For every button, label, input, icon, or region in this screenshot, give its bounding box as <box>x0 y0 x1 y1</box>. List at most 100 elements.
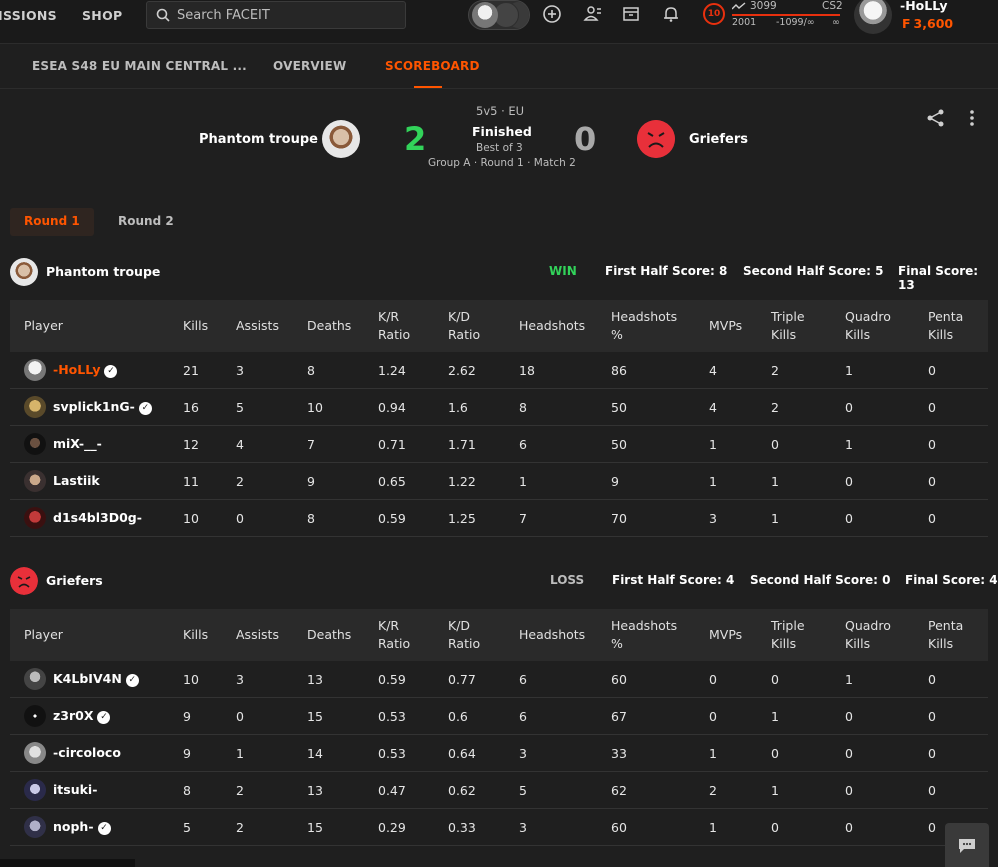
more-vertical-icon[interactable] <box>964 108 980 128</box>
player-avatar[interactable] <box>24 779 46 801</box>
col-headshots-pct[interactable]: Headshots% <box>611 617 677 653</box>
table-row[interactable]: K4LbIV4N ✓ 10 3 13 0.59 0.77 6 60 0 0 1 0 <box>10 661 988 698</box>
search-icon <box>156 8 170 22</box>
verified-icon: ✓ <box>138 402 152 415</box>
search-input[interactable] <box>177 5 397 25</box>
player-name[interactable]: d1s4bl3D0g- <box>53 510 142 525</box>
col-kd[interactable]: K/D Ratio <box>448 617 480 653</box>
player-avatar[interactable] <box>24 470 46 492</box>
col-player[interactable]: Player <box>24 317 63 335</box>
cell-deaths: 13 <box>307 672 323 687</box>
player-avatar[interactable] <box>24 705 46 727</box>
round-tab-1[interactable]: Round 1 <box>10 208 94 236</box>
col-deaths[interactable]: Deaths <box>307 626 351 644</box>
table-row[interactable]: -HoLLy ✓ 21 3 8 1.24 2.62 18 86 4 2 1 0 <box>10 352 988 389</box>
player-name[interactable]: miX-__- <box>53 436 102 451</box>
player-avatar[interactable] <box>24 507 46 529</box>
cell-mvps: 1 <box>709 820 717 835</box>
col-headshots-pct[interactable]: Headshots% <box>611 308 677 344</box>
elo-max: ∞ <box>832 17 840 28</box>
col-penta[interactable]: Penta Kills <box>928 617 963 653</box>
cell-kd: 2.62 <box>448 363 476 378</box>
nav-missions[interactable]: ISSIONS <box>0 8 57 23</box>
team1-name[interactable]: Phantom troupe <box>199 132 318 147</box>
col-kills[interactable]: Kills <box>183 317 208 335</box>
table-row[interactable]: itsuki- 8 2 13 0.47 0.62 5 62 2 1 0 0 <box>10 772 988 809</box>
col-kd[interactable]: K/D Ratio <box>448 308 480 344</box>
player-name[interactable]: -circoloco <box>53 745 121 760</box>
player-name[interactable]: z3r0X ✓ <box>53 708 111 724</box>
team2-logo[interactable] <box>637 120 675 158</box>
cell-assists: 2 <box>236 783 244 798</box>
col-mvps[interactable]: MVPs <box>709 626 742 644</box>
player-avatar[interactable] <box>24 742 46 764</box>
user-avatar[interactable] <box>854 0 892 34</box>
verified-icon: ✓ <box>97 822 111 835</box>
bell-icon[interactable] <box>661 4 681 24</box>
chat-button[interactable] <box>945 823 989 867</box>
team1-logo[interactable] <box>322 120 360 158</box>
col-headshots[interactable]: Headshots <box>519 317 585 335</box>
player-name[interactable]: noph- ✓ <box>53 819 111 835</box>
col-assists[interactable]: Assists <box>236 626 279 644</box>
player-name[interactable]: Lastiik <box>53 473 100 488</box>
best-of: Best of 3 <box>476 142 523 154</box>
player-avatar[interactable] <box>24 668 46 690</box>
table-row[interactable]: d1s4bl3D0g- 10 0 8 0.59 1.25 7 70 3 1 0 0 <box>10 500 988 537</box>
tab-scoreboard[interactable]: SCOREBOARD <box>385 59 480 73</box>
nav-shop[interactable]: SHOP <box>82 8 122 23</box>
user-name[interactable]: -HoLLy <box>900 0 947 13</box>
col-kr[interactable]: K/R Ratio <box>378 308 410 344</box>
cell-penta: 0 <box>928 709 936 724</box>
player-name[interactable]: K4LbIV4N ✓ <box>53 671 139 687</box>
player-name[interactable]: -HoLLy ✓ <box>53 362 118 378</box>
col-quadro-line2: Kills <box>845 327 871 342</box>
friends-icon[interactable] <box>583 4 603 24</box>
player-avatar[interactable] <box>24 433 46 455</box>
player-avatar[interactable] <box>24 396 46 418</box>
cell-mvps: 1 <box>709 746 717 761</box>
player-avatar[interactable] <box>24 816 46 838</box>
col-triple[interactable]: Triple Kills <box>771 617 805 653</box>
table-row[interactable]: noph- ✓ 5 2 15 0.29 0.33 3 60 1 0 0 0 <box>10 809 988 846</box>
cell-kr: 0.53 <box>378 709 406 724</box>
cell-kills: 9 <box>183 709 191 724</box>
player-name[interactable]: itsuki- <box>53 782 97 797</box>
player-name[interactable]: svplick1nG- ✓ <box>53 399 152 415</box>
team1-summary-name: Phantom troupe <box>46 264 161 279</box>
col-mvps[interactable]: MVPs <box>709 317 742 335</box>
col-player[interactable]: Player <box>24 626 63 644</box>
round-tab-2[interactable]: Round 2 <box>104 208 188 236</box>
col-triple[interactable]: Triple Kills <box>771 308 805 344</box>
cell-triple: 0 <box>771 437 779 452</box>
col-assists[interactable]: Assists <box>236 317 279 335</box>
col-quadro[interactable]: Quadro Kills <box>845 308 891 344</box>
cell-kd: 0.77 <box>448 672 476 687</box>
col-kr[interactable]: K/R Ratio <box>378 617 410 653</box>
col-triple-line2: Kills <box>771 636 797 651</box>
table-row[interactable]: miX-__- 12 4 7 0.71 1.71 6 50 1 0 1 0 <box>10 426 988 463</box>
col-penta[interactable]: Penta Kills <box>928 308 963 344</box>
cell-hsp: 50 <box>611 400 627 415</box>
cell-kills: 21 <box>183 363 199 378</box>
table-row[interactable]: z3r0X ✓ 9 0 15 0.53 0.6 6 67 0 1 0 0 <box>10 698 988 735</box>
search-box[interactable] <box>146 1 406 29</box>
col-headshots[interactable]: Headshots <box>519 626 585 644</box>
store-icon[interactable] <box>621 4 641 24</box>
tab-event[interactable]: ESEA S48 EU MAIN CENTRAL ... <box>32 59 247 73</box>
table-row[interactable]: svplick1nG- ✓ 16 5 10 0.94 1.6 8 50 4 2 0 0 <box>10 389 988 426</box>
table-row[interactable]: -circoloco 9 1 14 0.53 0.64 3 33 1 0 0 0 <box>10 735 988 772</box>
plus-circle-icon[interactable] <box>542 4 562 24</box>
col-kills[interactable]: Kills <box>183 626 208 644</box>
table-header: Player Kills Assists Deaths K/R Ratio K/D… <box>10 609 988 661</box>
table-row[interactable]: Lastiik 11 2 9 0.65 1.22 1 9 1 1 0 0 <box>10 463 988 500</box>
team2-name[interactable]: Griefers <box>689 132 748 147</box>
col-quadro[interactable]: Quadro Kills <box>845 617 891 653</box>
party-avatars[interactable] <box>468 0 530 30</box>
col-deaths[interactable]: Deaths <box>307 317 351 335</box>
cell-assists: 0 <box>236 709 244 724</box>
tab-overview[interactable]: OVERVIEW <box>273 59 346 73</box>
share-icon[interactable] <box>926 108 946 128</box>
skill-level-badge[interactable]: 10 <box>703 3 725 25</box>
player-avatar[interactable] <box>24 359 46 381</box>
